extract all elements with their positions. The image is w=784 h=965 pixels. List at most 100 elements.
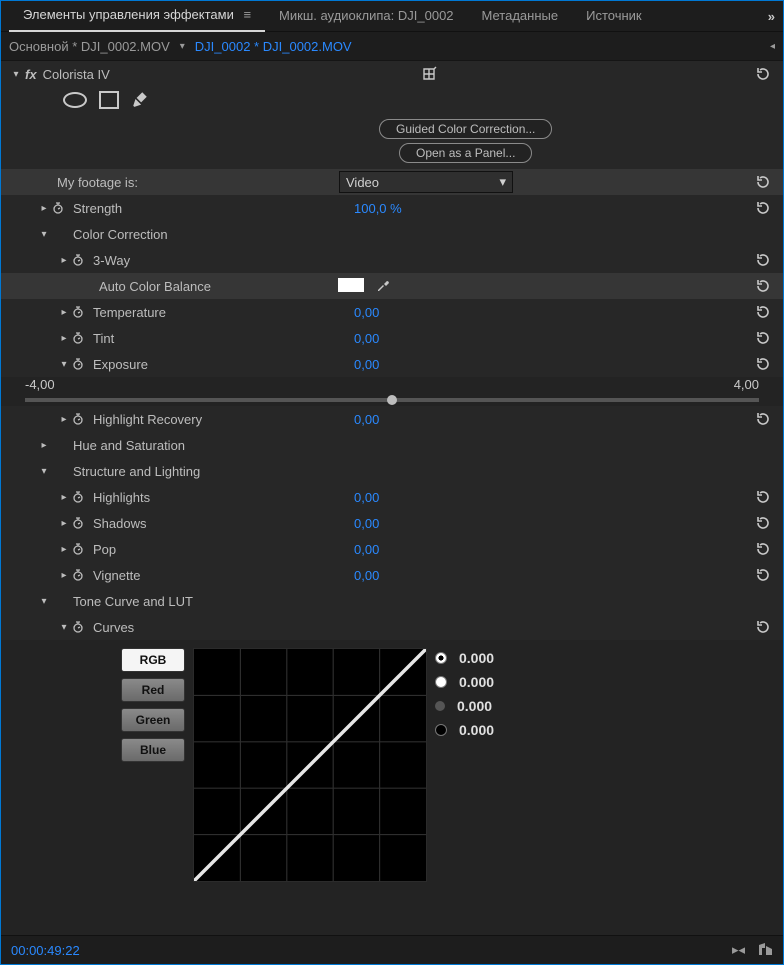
reset-effect-icon[interactable] — [751, 64, 775, 84]
open-as-panel-button[interactable]: Open as a Panel... — [399, 143, 532, 163]
tab-source[interactable]: Источник — [572, 1, 656, 31]
reset-param-icon[interactable] — [751, 617, 775, 637]
stopwatch-icon[interactable] — [71, 620, 85, 634]
reset-param-icon[interactable] — [751, 354, 775, 374]
curves-readout-2: 0.000 — [457, 698, 492, 714]
param-twisty-icon[interactable]: ▸ — [9, 492, 71, 503]
curves-graph[interactable] — [193, 648, 427, 882]
point-half-icon[interactable] — [435, 652, 447, 664]
mask-rect-icon[interactable] — [99, 91, 119, 109]
param-twisty-icon[interactable]: ▸ — [9, 518, 71, 529]
stopwatch-icon[interactable] — [71, 542, 85, 556]
pop-value[interactable]: 0,00 — [354, 542, 524, 557]
color-correction-group: ▾ Color Correction — [1, 221, 783, 247]
exposure-max: 4,00 — [734, 377, 759, 392]
effect-controls-body: ▾ fx Colorista IV Guided Co — [1, 61, 783, 935]
tab-audio-clip-mixer[interactable]: Микш. аудиоклипа: DJI_0002 — [265, 1, 467, 31]
my-footage-label: My footage is: — [57, 175, 339, 190]
param-twisty-icon[interactable]: ▸ — [9, 333, 71, 344]
group-twisty-icon[interactable]: ▾ — [9, 229, 51, 240]
mask-pen-icon[interactable] — [131, 90, 149, 111]
stopwatch-icon[interactable] — [71, 305, 85, 319]
stopwatch-icon[interactable] — [71, 253, 85, 267]
reset-param-icon[interactable] — [751, 513, 775, 533]
stopwatch-icon[interactable] — [51, 201, 65, 215]
group-twisty-icon[interactable]: ▾ — [9, 466, 51, 477]
master-clip-label[interactable]: Основной * DJI_0002.MOV — [9, 39, 170, 54]
param-twisty-icon[interactable]: ▾ — [9, 622, 71, 633]
stopwatch-icon[interactable] — [71, 331, 85, 345]
point-gray-icon[interactable] — [435, 701, 445, 711]
param-twisty-icon[interactable]: ▸ — [9, 570, 71, 581]
reset-param-icon[interactable] — [751, 539, 775, 559]
curves-channel-red[interactable]: Red — [121, 678, 185, 702]
param-twisty-icon[interactable]: ▸ — [9, 414, 71, 425]
stopwatch-icon[interactable] — [71, 490, 85, 504]
play-only-icon[interactable]: ▸◂ — [732, 942, 745, 959]
tab-label: Элементы управления эффектами — [23, 7, 234, 22]
playhead-marker-icon[interactable]: ◂ — [770, 41, 775, 52]
effect-twisty-icon[interactable]: ▾ — [9, 69, 23, 80]
param-twisty-icon[interactable]: ▸ — [9, 203, 51, 214]
tab-metadata[interactable]: Метаданные — [468, 1, 573, 31]
stopwatch-icon[interactable] — [71, 516, 85, 530]
timecode-display[interactable]: 00:00:49:22 — [11, 943, 80, 958]
shadows-value[interactable]: 0,00 — [354, 516, 524, 531]
curves-channel-green[interactable]: Green — [121, 708, 185, 732]
point-white-icon[interactable] — [435, 676, 447, 688]
reset-param-icon[interactable] — [751, 198, 775, 218]
point-black-icon[interactable] — [435, 724, 447, 736]
auto-color-balance-label: Auto Color Balance — [99, 279, 338, 294]
tint-value[interactable]: 0,00 — [354, 331, 524, 346]
eyedropper-icon[interactable] — [376, 280, 390, 295]
panel-menu-icon[interactable]: ≡ — [243, 7, 251, 22]
temperature-value[interactable]: 0,00 — [354, 305, 524, 320]
fx-badge-icon[interactable]: fx — [25, 67, 37, 82]
chevron-down-icon[interactable]: ▾ — [180, 41, 185, 52]
structure-lighting-group: ▾ Structure and Lighting — [1, 458, 783, 484]
chevron-down-icon: ▾ — [499, 174, 506, 190]
param-twisty-icon[interactable]: ▸ — [9, 544, 71, 555]
reset-param-icon[interactable] — [751, 172, 775, 192]
color-swatch[interactable] — [338, 278, 364, 292]
tab-overflow-icon[interactable]: » — [762, 9, 775, 24]
stopwatch-icon[interactable] — [71, 568, 85, 582]
create-preset-icon[interactable] — [418, 64, 442, 84]
footer-bar: 00:00:49:22 ▸◂ — [1, 935, 783, 964]
highlights-value[interactable]: 0,00 — [354, 490, 524, 505]
curves-channel-blue[interactable]: Blue — [121, 738, 185, 762]
tone-curve-group: ▾ Tone Curve and LUT — [1, 588, 783, 614]
stopwatch-icon[interactable] — [71, 357, 85, 371]
vignette-value[interactable]: 0,00 — [354, 568, 524, 583]
tone-curve-label: Tone Curve and LUT — [73, 594, 193, 609]
exposure-slider-track[interactable] — [25, 398, 759, 402]
my-footage-select[interactable]: Video ▾ — [339, 171, 513, 193]
vignette-row: ▸ Vignette 0,00 — [1, 562, 783, 588]
param-twisty-icon[interactable]: ▸ — [9, 255, 71, 266]
reset-param-icon[interactable] — [751, 276, 775, 296]
param-twisty-icon[interactable]: ▸ — [9, 307, 71, 318]
param-twisty-icon[interactable]: ▾ — [9, 359, 71, 370]
highlight-recovery-value[interactable]: 0,00 — [354, 412, 524, 427]
clip-breadcrumb: Основной * DJI_0002.MOV ▾ DJI_0002 * DJI… — [1, 32, 783, 61]
guided-color-correction-button[interactable]: Guided Color Correction... — [379, 119, 552, 139]
share-icon[interactable] — [757, 942, 773, 959]
tab-effect-controls[interactable]: Элементы управления эффектами ≡ — [9, 0, 265, 32]
reset-param-icon[interactable] — [751, 409, 775, 429]
my-footage-value: Video — [346, 175, 379, 190]
reset-param-icon[interactable] — [751, 328, 775, 348]
reset-param-icon[interactable] — [751, 487, 775, 507]
sequence-clip-label[interactable]: DJI_0002 * DJI_0002.MOV — [195, 39, 352, 54]
shadows-label: Shadows — [93, 516, 354, 531]
mask-ellipse-icon[interactable] — [63, 92, 87, 108]
curves-channel-rgb[interactable]: RGB — [121, 648, 185, 672]
reset-param-icon[interactable] — [751, 302, 775, 322]
exposure-label: Exposure — [93, 357, 354, 372]
group-twisty-icon[interactable]: ▸ — [9, 440, 51, 451]
exposure-value[interactable]: 0,00 — [354, 357, 524, 372]
reset-param-icon[interactable] — [751, 250, 775, 270]
group-twisty-icon[interactable]: ▾ — [9, 596, 51, 607]
strength-value[interactable]: 100,0 % — [354, 201, 524, 216]
reset-param-icon[interactable] — [751, 565, 775, 585]
stopwatch-icon[interactable] — [71, 412, 85, 426]
